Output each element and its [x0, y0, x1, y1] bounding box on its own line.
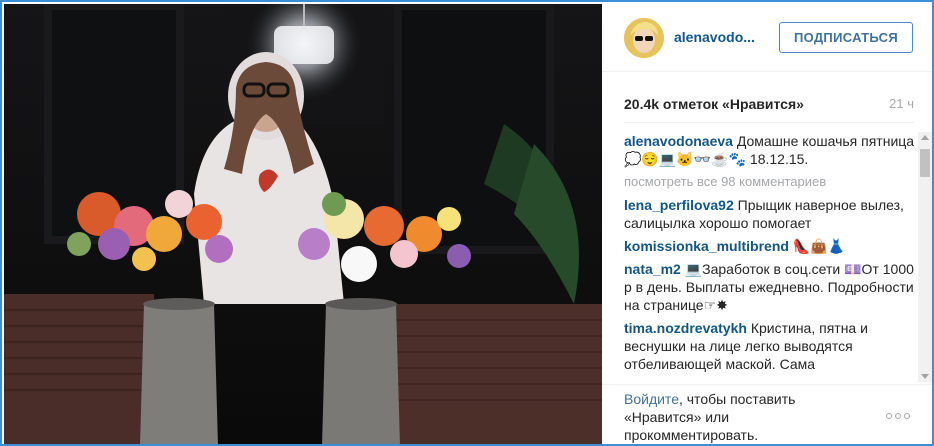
login-link[interactable]: Войдите [624, 391, 679, 407]
comment-item: nata_m2 💻Заработок в соц.сети 💷От 1000 р… [624, 260, 916, 314]
dot [904, 413, 910, 419]
comments-list[interactable]: alenavodonaeva Домашне кошачья пятница 💭… [624, 132, 916, 382]
dot [895, 413, 901, 419]
follow-button[interactable]: ПОДПИСАТЬСЯ [779, 22, 913, 53]
caption: alenavodonaeva Домашне кошачья пятница 💭… [624, 132, 916, 168]
likes-row: 20.4k отметок «Нравится» 21 ч [624, 96, 914, 112]
post-sidebar: alenavodo... ПОДПИСАТЬСЯ 20.4k отметок «… [602, 4, 932, 444]
comment-text: 👠👜👗 [792, 238, 846, 254]
scroll-down-arrow-icon[interactable] [921, 374, 929, 379]
dot [886, 413, 892, 419]
comments-scrollbar[interactable] [918, 132, 932, 382]
photo-image [4, 4, 602, 444]
instagram-embed: alenavodo... ПОДПИСАТЬСЯ 20.4k отметок «… [0, 0, 934, 446]
avatar[interactable] [624, 18, 664, 58]
comment-username[interactable]: lena_perfilova92 [624, 197, 734, 213]
comment-item: lena_perfilova92 Прыщик наверное вылез, … [624, 196, 916, 232]
scrollbar-thumb[interactable] [920, 149, 930, 177]
more-options-icon[interactable] [886, 409, 916, 423]
comment-username[interactable]: tima.nozdrevatykh [624, 320, 747, 336]
post-timestamp[interactable]: 21 ч [889, 96, 914, 112]
comment-username[interactable]: komissionka_multibrend [624, 238, 789, 254]
post-photo[interactable] [4, 4, 602, 444]
likes-count[interactable]: 20.4k отметок «Нравится» [624, 96, 804, 112]
caption-username[interactable]: alenavodonaeva [624, 133, 733, 149]
comment-item: komissionka_multibrend 👠👜👗 [624, 237, 916, 255]
comment-username[interactable]: nata_m2 [624, 261, 681, 277]
scroll-up-arrow-icon[interactable] [921, 135, 929, 140]
post-header: alenavodo... ПОДПИСАТЬСЯ [602, 4, 932, 72]
divider [624, 122, 914, 123]
post-username[interactable]: alenavodo... [674, 29, 774, 45]
avatar-image [624, 18, 664, 58]
comment-item: tima.nozdrevatykh Кристина, пятна и весн… [624, 319, 916, 373]
post-footer: Войдите, чтобы поставить «Нравится» или … [602, 384, 932, 444]
login-prompt: Войдите, чтобы поставить «Нравится» или … [624, 390, 854, 444]
view-all-comments-link[interactable]: посмотреть все 98 комментариев [624, 173, 916, 191]
